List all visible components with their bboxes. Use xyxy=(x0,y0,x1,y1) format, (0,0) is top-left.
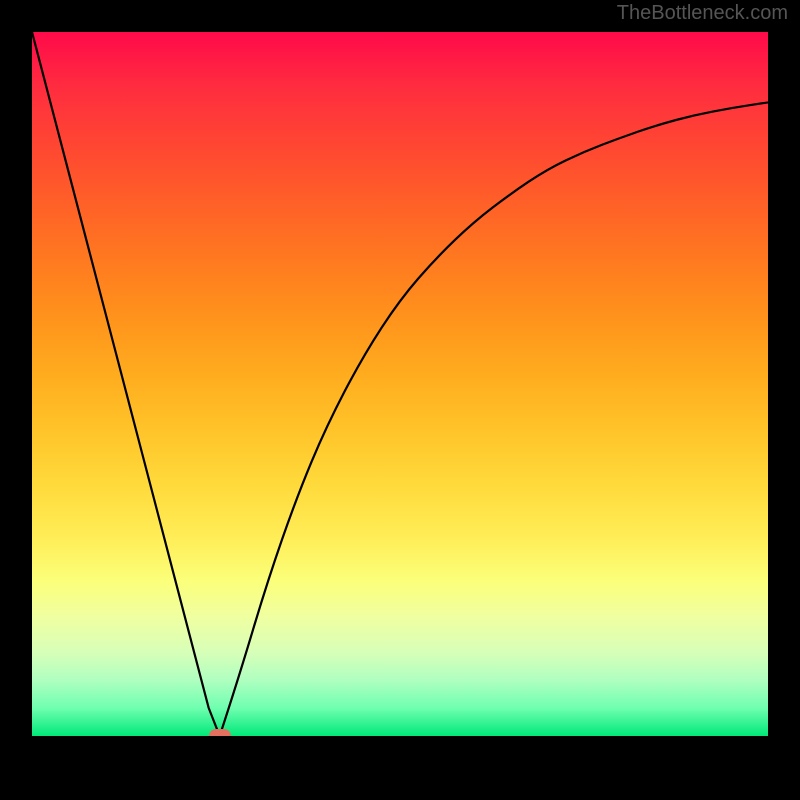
watermark-text: TheBottleneck.com xyxy=(617,2,788,25)
plot-area xyxy=(32,32,768,736)
plot-frame xyxy=(32,32,768,768)
right-branch-path xyxy=(220,102,768,736)
baseline-strip xyxy=(32,736,768,768)
minimum-marker xyxy=(209,729,231,736)
left-branch-path xyxy=(32,32,220,736)
curve-layer xyxy=(32,32,768,736)
